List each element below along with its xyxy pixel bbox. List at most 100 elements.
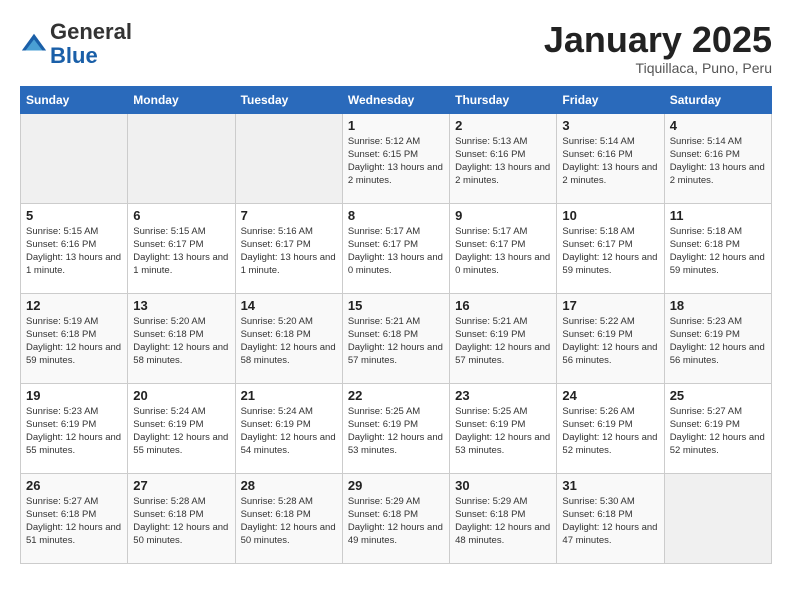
day-number: 28: [241, 478, 337, 493]
day-number: 4: [670, 118, 766, 133]
calendar-week-row: 19 Sunrise: 5:23 AMSunset: 6:19 PMDayligh…: [21, 383, 772, 473]
day-info: Sunrise: 5:14 AMSunset: 6:16 PMDaylight:…: [670, 135, 766, 188]
calendar-cell: 26 Sunrise: 5:27 AMSunset: 6:18 PMDayligh…: [21, 473, 128, 563]
day-number: 25: [670, 388, 766, 403]
calendar-week-row: 1 Sunrise: 5:12 AMSunset: 6:15 PMDaylight…: [21, 113, 772, 203]
page-header: General Blue January 2025 Tiquillaca, Pu…: [20, 20, 772, 76]
calendar-cell: 28Sunrise: 5:28 AMSunset: 6:18 PMDayligh…: [235, 473, 342, 563]
day-info: Sunrise: 5:27 AMSunset: 6:18 PMDaylight:…: [26, 495, 122, 548]
day-number: 21: [241, 388, 337, 403]
column-header-saturday: Saturday: [664, 86, 771, 113]
day-info: Sunrise: 5:22 AMSunset: 6:19 PMDaylight:…: [562, 315, 658, 368]
day-info: Sunrise: 5:18 AMSunset: 6:18 PMDaylight:…: [670, 225, 766, 278]
day-number: 26: [26, 478, 122, 493]
day-number: 23: [455, 388, 551, 403]
day-number: 22: [348, 388, 444, 403]
calendar-cell: [235, 113, 342, 203]
day-number: 5: [26, 208, 122, 223]
calendar-cell: 31Sunrise: 5:30 AMSunset: 6:18 PMDayligh…: [557, 473, 664, 563]
day-info: Sunrise: 5:27 AMSunset: 6:19 PMDaylight:…: [670, 405, 766, 458]
day-number: 1: [348, 118, 444, 133]
day-info: Sunrise: 5:20 AMSunset: 6:18 PMDaylight:…: [133, 315, 229, 368]
calendar-table: SundayMondayTuesdayWednesdayThursdayFrid…: [20, 86, 772, 564]
calendar-week-row: 12Sunrise: 5:19 AMSunset: 6:18 PMDayligh…: [21, 293, 772, 383]
calendar-cell: 20 Sunrise: 5:24 AMSunset: 6:19 PMDayligh…: [128, 383, 235, 473]
day-info: Sunrise: 5:16 AMSunset: 6:17 PMDaylight:…: [241, 225, 337, 278]
day-info: Sunrise: 5:17 AMSunset: 6:17 PMDaylight:…: [455, 225, 551, 278]
calendar-cell: 1 Sunrise: 5:12 AMSunset: 6:15 PMDaylight…: [342, 113, 449, 203]
day-info: Sunrise: 5:12 AMSunset: 6:15 PMDaylight:…: [348, 135, 444, 188]
day-number: 24: [562, 388, 658, 403]
day-info: Sunrise: 5:26 AMSunset: 6:19 PMDaylight:…: [562, 405, 658, 458]
day-info: Sunrise: 5:19 AMSunset: 6:18 PMDaylight:…: [26, 315, 122, 368]
day-info: Sunrise: 5:21 AMSunset: 6:19 PMDaylight:…: [455, 315, 551, 368]
day-number: 8: [348, 208, 444, 223]
calendar-cell: 9 Sunrise: 5:17 AMSunset: 6:17 PMDaylight…: [450, 203, 557, 293]
day-info: Sunrise: 5:21 AMSunset: 6:18 PMDaylight:…: [348, 315, 444, 368]
calendar-cell: 18 Sunrise: 5:23 AMSunset: 6:19 PMDayligh…: [664, 293, 771, 383]
column-header-friday: Friday: [557, 86, 664, 113]
calendar-cell: 16 Sunrise: 5:21 AMSunset: 6:19 PMDayligh…: [450, 293, 557, 383]
calendar-cell: 8Sunrise: 5:17 AMSunset: 6:17 PMDaylight…: [342, 203, 449, 293]
logo: General Blue: [20, 20, 132, 68]
day-info: Sunrise: 5:18 AMSunset: 6:17 PMDaylight:…: [562, 225, 658, 278]
day-info: Sunrise: 5:29 AMSunset: 6:18 PMDaylight:…: [348, 495, 444, 548]
calendar-cell: 10 Sunrise: 5:18 AMSunset: 6:17 PMDayligh…: [557, 203, 664, 293]
calendar-cell: 25 Sunrise: 5:27 AMSunset: 6:19 PMDayligh…: [664, 383, 771, 473]
day-info: Sunrise: 5:23 AMSunset: 6:19 PMDaylight:…: [26, 405, 122, 458]
day-info: Sunrise: 5:20 AMSunset: 6:18 PMDaylight:…: [241, 315, 337, 368]
calendar-cell: 3 Sunrise: 5:14 AMSunset: 6:16 PMDaylight…: [557, 113, 664, 203]
logo-general: General: [50, 19, 132, 44]
column-header-thursday: Thursday: [450, 86, 557, 113]
location-subtitle: Tiquillaca, Puno, Peru: [544, 60, 772, 76]
day-number: 29: [348, 478, 444, 493]
calendar-cell: 17 Sunrise: 5:22 AMSunset: 6:19 PMDayligh…: [557, 293, 664, 383]
day-info: Sunrise: 5:25 AMSunset: 6:19 PMDaylight:…: [455, 405, 551, 458]
day-info: Sunrise: 5:23 AMSunset: 6:19 PMDaylight:…: [670, 315, 766, 368]
day-number: 13: [133, 298, 229, 313]
day-info: Sunrise: 5:14 AMSunset: 6:16 PMDaylight:…: [562, 135, 658, 188]
calendar-cell: 6Sunrise: 5:15 AMSunset: 6:17 PMDaylight…: [128, 203, 235, 293]
day-number: 15: [348, 298, 444, 313]
day-number: 7: [241, 208, 337, 223]
day-info: Sunrise: 5:15 AMSunset: 6:16 PMDaylight:…: [26, 225, 122, 278]
day-info: Sunrise: 5:13 AMSunset: 6:16 PMDaylight:…: [455, 135, 551, 188]
day-info: Sunrise: 5:25 AMSunset: 6:19 PMDaylight:…: [348, 405, 444, 458]
day-info: Sunrise: 5:29 AMSunset: 6:18 PMDaylight:…: [455, 495, 551, 548]
calendar-cell: 21 Sunrise: 5:24 AMSunset: 6:19 PMDayligh…: [235, 383, 342, 473]
column-header-sunday: Sunday: [21, 86, 128, 113]
calendar-cell: 30Sunrise: 5:29 AMSunset: 6:18 PMDayligh…: [450, 473, 557, 563]
day-number: 11: [670, 208, 766, 223]
column-header-wednesday: Wednesday: [342, 86, 449, 113]
calendar-cell: 24 Sunrise: 5:26 AMSunset: 6:19 PMDayligh…: [557, 383, 664, 473]
day-number: 18: [670, 298, 766, 313]
calendar-cell: [664, 473, 771, 563]
calendar-cell: 12Sunrise: 5:19 AMSunset: 6:18 PMDayligh…: [21, 293, 128, 383]
month-title: January 2025: [544, 20, 772, 60]
day-number: 3: [562, 118, 658, 133]
day-info: Sunrise: 5:30 AMSunset: 6:18 PMDaylight:…: [562, 495, 658, 548]
day-number: 16: [455, 298, 551, 313]
day-info: Sunrise: 5:28 AMSunset: 6:18 PMDaylight:…: [133, 495, 229, 548]
day-number: 20: [133, 388, 229, 403]
calendar-cell: [128, 113, 235, 203]
day-number: 14: [241, 298, 337, 313]
calendar-cell: 23 Sunrise: 5:25 AMSunset: 6:19 PMDayligh…: [450, 383, 557, 473]
calendar-cell: 2Sunrise: 5:13 AMSunset: 6:16 PMDaylight…: [450, 113, 557, 203]
calendar-week-row: 26 Sunrise: 5:27 AMSunset: 6:18 PMDayligh…: [21, 473, 772, 563]
day-info: Sunrise: 5:15 AMSunset: 6:17 PMDaylight:…: [133, 225, 229, 278]
column-header-monday: Monday: [128, 86, 235, 113]
day-number: 9: [455, 208, 551, 223]
day-number: 10: [562, 208, 658, 223]
calendar-cell: 5 Sunrise: 5:15 AMSunset: 6:16 PMDaylight…: [21, 203, 128, 293]
day-info: Sunrise: 5:24 AMSunset: 6:19 PMDaylight:…: [241, 405, 337, 458]
calendar-cell: 4 Sunrise: 5:14 AMSunset: 6:16 PMDaylight…: [664, 113, 771, 203]
day-info: Sunrise: 5:24 AMSunset: 6:19 PMDaylight:…: [133, 405, 229, 458]
logo-icon: [20, 30, 48, 58]
calendar-header-row: SundayMondayTuesdayWednesdayThursdayFrid…: [21, 86, 772, 113]
day-number: 27: [133, 478, 229, 493]
calendar-cell: [21, 113, 128, 203]
day-number: 17: [562, 298, 658, 313]
day-number: 19: [26, 388, 122, 403]
calendar-cell: 29 Sunrise: 5:29 AMSunset: 6:18 PMDayligh…: [342, 473, 449, 563]
